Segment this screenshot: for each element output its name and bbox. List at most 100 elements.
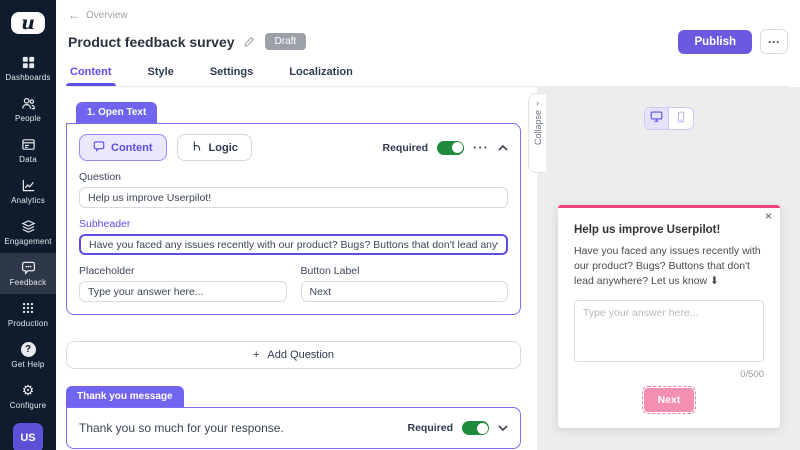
help-icon: ? [20, 341, 36, 357]
userpilot-logo[interactable]: u [11, 12, 45, 34]
content-row: 1. Open Text Content Logic Required ··· [56, 87, 800, 450]
sidebar-item-label: Configure [9, 401, 47, 410]
mobile-preview-button[interactable] [669, 108, 693, 129]
engagement-icon [20, 218, 36, 234]
character-counter: 0/500 [740, 368, 764, 380]
tab-settings[interactable]: Settings [210, 66, 253, 86]
collapse-label: Collapse [532, 110, 543, 146]
content-mode-button[interactable]: Content [79, 134, 167, 161]
thank-you-tab[interactable]: Thank you message [66, 386, 184, 407]
tab-style[interactable]: Style [148, 66, 174, 86]
edit-title-icon[interactable] [243, 36, 255, 48]
desktop-preview-button[interactable] [644, 108, 669, 129]
analytics-icon [21, 177, 36, 193]
ellipsis-icon: ··· [768, 34, 780, 49]
more-options-button[interactable]: ··· [760, 29, 788, 54]
thank-you-card: Thank you so much for your response. Req… [66, 407, 521, 449]
sidebar-item-data[interactable]: Data [0, 130, 56, 171]
phone-icon [675, 110, 687, 128]
page-header: ← Overview Product feedback survey Draft… [56, 0, 800, 87]
back-arrow-icon[interactable]: ← [68, 8, 80, 22]
question-toolbar: Content Logic Required ··· [79, 134, 508, 161]
question-field-label: Question [79, 171, 122, 183]
feedback-icon [21, 259, 36, 275]
sidebar-item-engagement[interactable]: Engagement [0, 212, 56, 253]
sidebar-item-label: Production [7, 319, 49, 328]
header-actions: Publish ··· [678, 29, 788, 54]
survey-question-title: Help us improve Userpilot! [574, 224, 721, 236]
thank-you-section: Thank you message Thank you so much for … [66, 386, 521, 449]
sidebar-item-get-help[interactable]: ? Get Help [0, 335, 56, 376]
tab-bar: Content Style Settings Localization [66, 66, 788, 87]
sidebar-item-production[interactable]: Production [0, 294, 56, 335]
question-more-icon[interactable]: ··· [473, 141, 489, 154]
plus-icon: + [252, 349, 260, 361]
sidebar-item-label: Get Help [11, 360, 45, 369]
dashboards-icon [21, 54, 36, 70]
sidebar-bottom: Production ? Get Help ⚙ Configure US [0, 294, 56, 450]
sidebar-item-dashboards[interactable]: Dashboards [0, 48, 56, 89]
preview-panel: › Collapse × Help us improve Userpilot! … [528, 87, 800, 450]
thank-you-toolbar-right: Required [407, 421, 508, 435]
close-icon[interactable]: × [765, 209, 772, 223]
sidebar-item-label: Data [19, 155, 37, 164]
sidebar-item-feedback[interactable]: Feedback [0, 253, 56, 294]
sidebar-item-analytics[interactable]: Analytics [0, 171, 56, 212]
logic-branch-icon [191, 140, 203, 155]
required-toggle[interactable] [437, 140, 464, 155]
sidebar-item-label: People [14, 114, 42, 123]
sidebar: u Dashboards People Data Analytics Engag… [0, 0, 56, 450]
placeholder-field-label: Placeholder [79, 265, 135, 277]
tab-content[interactable]: Content [66, 66, 116, 86]
chevron-up-icon[interactable] [498, 144, 508, 151]
placeholder-input[interactable] [79, 281, 287, 302]
question-input[interactable] [79, 187, 508, 208]
main-area: ← Overview Product feedback survey Draft… [56, 0, 800, 450]
button-label-field-label: Button Label [300, 265, 360, 277]
production-icon [21, 300, 35, 316]
question-card-tab[interactable]: 1. Open Text [76, 102, 158, 123]
sidebar-item-configure[interactable]: ⚙ Configure [0, 376, 56, 417]
question-card: Content Logic Required ··· Question Help… [66, 123, 521, 315]
sidebar-nav: Dashboards People Data Analytics Engagem… [0, 48, 56, 294]
survey-editor: 1. Open Text Content Logic Required ··· [56, 87, 537, 450]
required-label: Required [407, 422, 453, 434]
subheader-input[interactable] [79, 234, 508, 255]
page-title: Product feedback survey [68, 33, 235, 50]
thank-you-message: Thank you so much for your response. [79, 421, 284, 435]
button-label-input[interactable] [300, 281, 508, 302]
breadcrumb[interactable]: ← Overview [68, 8, 788, 22]
placeholder-buttonlabel-row: Placeholder Button Label [79, 255, 508, 302]
collapse-preview-button[interactable]: › Collapse [528, 93, 546, 173]
sidebar-item-label: Feedback [9, 278, 47, 287]
gear-icon: ⚙ [21, 382, 35, 398]
title-row: Product feedback survey Draft Publish ··… [68, 29, 788, 54]
thank-you-required-toggle[interactable] [462, 421, 489, 435]
sidebar-item-label: Analytics [11, 196, 45, 205]
sidebar-item-label: Dashboards [5, 73, 51, 82]
sidebar-item-label: Engagement [4, 237, 52, 246]
collapse-chevron-icon: › [536, 98, 539, 108]
logic-mode-button[interactable]: Logic [176, 134, 252, 161]
chevron-down-icon[interactable] [498, 425, 508, 431]
survey-subheader-text: Have you faced any issues recently with … [574, 245, 761, 288]
required-label: Required [382, 141, 428, 154]
breadcrumb-label[interactable]: Overview [86, 10, 128, 21]
survey-answer-textarea[interactable] [574, 299, 764, 362]
device-toggle [643, 107, 694, 130]
tab-localization[interactable]: Localization [289, 66, 353, 86]
survey-accent-bar [558, 205, 780, 208]
add-question-button[interactable]: + Add Question [66, 341, 521, 369]
publish-button[interactable]: Publish [678, 29, 752, 54]
survey-next-button[interactable]: Next [641, 385, 697, 414]
monitor-icon [650, 110, 663, 128]
user-avatar[interactable]: US [13, 423, 43, 450]
logo-letter: u [21, 12, 35, 34]
status-badge: Draft [264, 33, 307, 50]
data-icon [21, 136, 36, 152]
sidebar-item-people[interactable]: People [0, 89, 56, 130]
question-toolbar-right: Required ··· [382, 140, 508, 155]
survey-preview-card: × Help us improve Userpilot! Have you fa… [558, 205, 780, 428]
people-icon [21, 95, 36, 111]
subheader-field-label: Subheader [79, 218, 131, 230]
